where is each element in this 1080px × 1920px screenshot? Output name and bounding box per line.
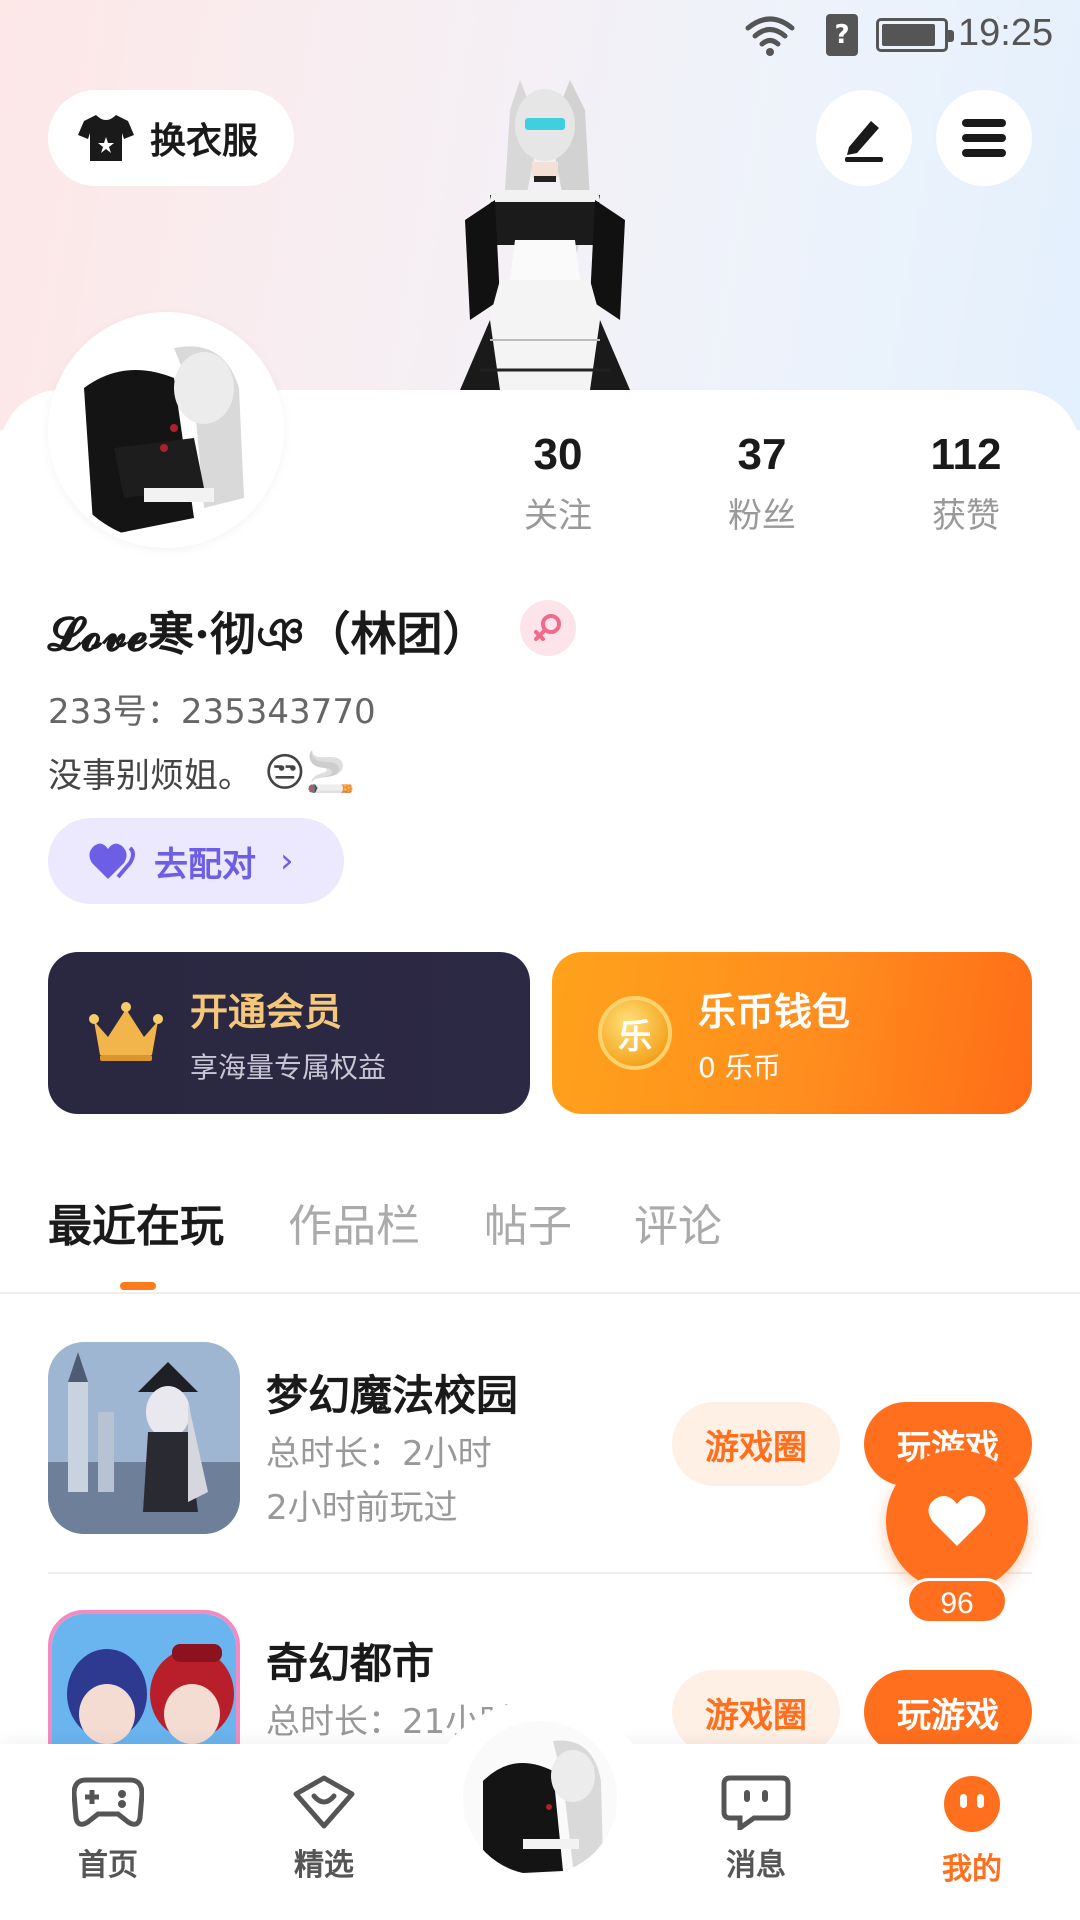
change-outfit-label: 换衣服: [150, 121, 259, 162]
vip-title: 开通会员: [190, 989, 343, 1034]
wallet-balance: 0 乐币: [698, 1050, 781, 1084]
nav-center-avatar[interactable]: [458, 1716, 622, 1880]
chevron-right-icon: ›: [280, 841, 294, 881]
stat-value: 112: [930, 430, 1002, 479]
nav-label: 消息: [726, 1848, 786, 1883]
stat-likes[interactable]: 112 获赞: [886, 430, 1046, 537]
avatar[interactable]: [48, 312, 284, 548]
game-circle-button[interactable]: 游戏圈: [672, 1670, 840, 1754]
female-gender-icon: [520, 600, 576, 656]
list-item[interactable]: 梦幻魔法校园 总时长：2小时 2小时前玩过 游戏圈 玩游戏: [48, 1342, 1032, 1538]
tab-posts[interactable]: 帖子: [484, 1190, 572, 1254]
vip-subtitle: 享海量专属权益: [190, 1050, 387, 1084]
menu-icon: [962, 119, 1006, 157]
nav-label: 精选: [294, 1848, 354, 1883]
stat-followers[interactable]: 37 粉丝: [682, 430, 842, 537]
bio: 没事别烦姐。 😒🚬: [48, 748, 356, 797]
match-button[interactable]: 去配对 ›: [48, 818, 344, 904]
status-bar: ? 19:25: [0, 0, 1080, 72]
coin-icon: 乐: [598, 996, 672, 1070]
crown-icon: [89, 1002, 163, 1061]
heart-pair-icon: [89, 843, 135, 879]
nav-item-home[interactable]: 首页: [38, 1774, 178, 1884]
stat-label: 获赞: [932, 496, 1000, 536]
stat-label: 关注: [524, 496, 592, 536]
nav-item-messages[interactable]: 消息: [686, 1774, 826, 1884]
game-last-played: 2小时前玩过: [266, 1488, 458, 1528]
list-divider: [48, 1572, 1032, 1574]
avatar: [463, 1721, 617, 1875]
game-icon[interactable]: [48, 1342, 240, 1534]
battery-icon: [876, 18, 954, 52]
shirt-icon: [78, 115, 134, 161]
gamepad-icon: [71, 1777, 145, 1827]
vip-membership-card[interactable]: 开通会员 享海量专属权益: [48, 952, 530, 1114]
stat-following[interactable]: 30 关注: [478, 430, 638, 537]
heart-badge-icon: [293, 1775, 355, 1829]
avatar-character-illustration[interactable]: [420, 70, 670, 390]
tab-comments[interactable]: 评论: [634, 1190, 722, 1254]
game-playtime: 总时长：2小时: [266, 1434, 492, 1474]
nav-label: 首页: [78, 1848, 138, 1883]
chat-icon: [721, 1775, 791, 1833]
game-title: 奇幻都市: [266, 1639, 435, 1688]
like-count: 96: [906, 1578, 1008, 1624]
heart-icon: [928, 1495, 986, 1546]
avatar-image: [54, 318, 278, 542]
change-outfit-button[interactable]: 换衣服: [48, 90, 294, 186]
game-title: 梦幻魔法校园: [266, 1371, 519, 1420]
tab-works[interactable]: 作品栏: [288, 1190, 420, 1254]
smile-icon: [944, 1776, 1000, 1832]
no-sim-icon: ?: [826, 14, 858, 56]
wifi-icon: [745, 16, 795, 56]
nav-label: 我的: [942, 1852, 1002, 1887]
edit-profile-button[interactable]: [816, 90, 912, 186]
status-time: 19:25: [958, 12, 1054, 54]
like-button[interactable]: [886, 1450, 1028, 1592]
stat-value: 30: [533, 430, 583, 479]
tab-recently-played[interactable]: 最近在玩: [48, 1190, 224, 1254]
tab-indicator: [120, 1282, 156, 1290]
play-game-button[interactable]: 玩游戏: [864, 1670, 1032, 1754]
wallet-title: 乐币钱包: [698, 989, 851, 1034]
wallet-card[interactable]: 乐 乐币钱包 0 乐币: [552, 952, 1032, 1114]
bio-text: 没事别烦姐。: [48, 756, 252, 796]
menu-button[interactable]: [936, 90, 1032, 186]
user-id[interactable]: 233号：235343770: [48, 684, 376, 733]
nickname: 𝓛𝓸𝓿𝓮寒·彻ঞ（林团）: [48, 607, 489, 661]
nav-item-me[interactable]: 我的: [902, 1774, 1042, 1888]
game-circle-button[interactable]: 游戏圈: [672, 1402, 840, 1486]
profile-tabs: 最近在玩 作品栏 帖子 评论: [0, 1190, 1080, 1294]
match-label: 去配对: [154, 844, 256, 885]
bio-emoji: 😒🚬: [264, 750, 356, 796]
nav-item-featured[interactable]: 精选: [254, 1774, 394, 1884]
pen-icon: [845, 121, 883, 162]
stat-value: 37: [737, 430, 787, 479]
stat-label: 粉丝: [728, 496, 796, 536]
